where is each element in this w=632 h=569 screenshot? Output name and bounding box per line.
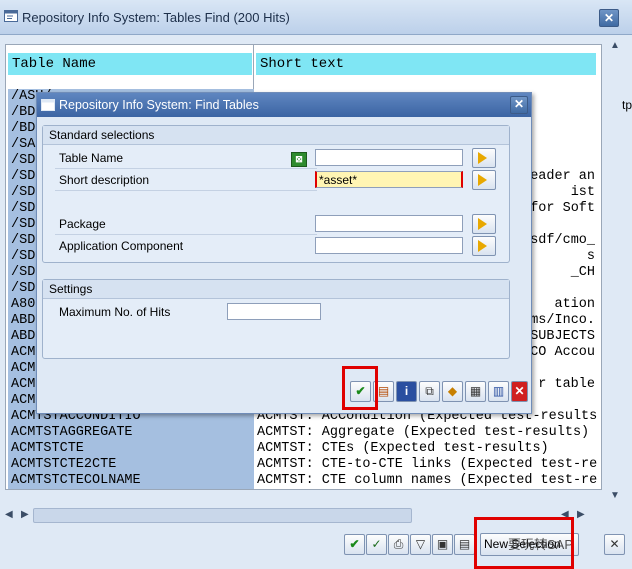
table-name-label: Table Name [59, 151, 124, 165]
new-entry-icon[interactable]: ▦ [465, 381, 486, 402]
short-text-cell: ACMTST: CTE-to-CTE links (Expected test-… [257, 457, 598, 472]
window-icon [4, 10, 18, 22]
scroll-right-end-icon[interactable]: ▶ [577, 509, 585, 520]
max-hits-input[interactable] [227, 303, 321, 320]
exit-icon[interactable]: ✕ [604, 534, 625, 555]
continue-icon[interactable]: ✔ [344, 534, 365, 555]
table-name-cell[interactable]: ACMTSTAGGREGATE [8, 425, 254, 441]
divider [55, 234, 317, 235]
table-name-input[interactable] [315, 149, 463, 166]
settings-group: Settings Maximum No. of Hits [42, 279, 510, 359]
application-component-input[interactable] [315, 237, 463, 254]
application-component-label: Application Component [59, 239, 184, 253]
short-description-more-button[interactable] [472, 170, 496, 190]
dialog-titlebar: Repository Info System: Find Tables ✕ [37, 93, 531, 117]
scroll-left-icon[interactable]: ◀ [5, 509, 13, 520]
find-tables-dialog: Repository Info System: Find Tables ✕ St… [36, 92, 532, 414]
find-next-icon[interactable]: ▤ [454, 534, 475, 555]
column-header-table-name[interactable]: Table Name [8, 53, 252, 75]
multiple-selection-icon[interactable]: ⊠ [291, 152, 307, 167]
divider [55, 168, 317, 169]
dialog-close-button[interactable]: ✕ [510, 96, 528, 114]
column-header-short-text[interactable]: Short text [256, 53, 596, 75]
window-icon [41, 99, 55, 111]
short-text-cell: ACMTST: CTE column names (Expected test-… [257, 473, 598, 488]
check-icon[interactable]: ✓ [366, 534, 387, 555]
scroll-up-icon[interactable]: ▲ [610, 40, 620, 51]
short-text-cell: ACMTST: Aggregate (Expected test-results… [257, 425, 590, 440]
group-header: Settings [43, 280, 509, 299]
arrow-right-icon [478, 218, 487, 230]
dialog-title: Repository Info System: Find Tables [59, 98, 259, 112]
outer-close-button[interactable]: ✕ [599, 9, 619, 27]
outer-titlebar: Repository Info System: Tables Find (200… [0, 0, 632, 35]
arrow-right-icon [478, 240, 487, 252]
table-name-more-button[interactable] [472, 148, 496, 168]
table-name-cell[interactable]: ACMTSTCTE2CTE [8, 457, 254, 473]
table-name-cell[interactable]: ACMTSTCTE [8, 441, 254, 457]
annotation-box-new-selection [474, 517, 574, 569]
background-window-edge: tp [622, 98, 632, 112]
max-hits-label: Maximum No. of Hits [59, 305, 171, 319]
print-icon[interactable]: ⎙ [388, 534, 409, 555]
cancel-icon[interactable]: ✕ [511, 381, 528, 402]
filter-icon[interactable]: ▽ [410, 534, 431, 555]
group-header: Standard selections [43, 126, 509, 145]
scroll-down-icon[interactable]: ▼ [610, 490, 620, 501]
package-more-button[interactable] [472, 214, 496, 234]
package-label: Package [59, 217, 106, 231]
dialog-toolbar: ✔ ▤ i ⧉ ◆ ▦ ▥ ✕ [37, 375, 531, 413]
find-icon[interactable]: ▣ [432, 534, 453, 555]
table-name-cell[interactable]: ACMTSTCTECOLNAME [8, 473, 254, 489]
application-component-more-button[interactable] [472, 236, 496, 256]
divider [55, 190, 317, 191]
short-description-label: Short description [59, 173, 150, 187]
scroll-right-icon[interactable]: ▶ [21, 509, 29, 520]
copy-icon[interactable]: ⧉ [419, 381, 440, 402]
standard-selections-group: Standard selections Table Name ⊠ Short d… [42, 125, 510, 263]
info-icon[interactable]: i [396, 381, 417, 402]
package-input[interactable] [315, 215, 463, 232]
scrollbar-thumb[interactable] [33, 508, 412, 523]
short-text-cell: ACMTST: CTEs (Expected test-results) [257, 441, 549, 456]
arrow-right-icon [478, 152, 487, 164]
transfer-icon[interactable]: ◆ [442, 381, 463, 402]
layout-icon[interactable]: ▥ [488, 381, 509, 402]
arrow-right-icon [478, 174, 487, 186]
short-description-input[interactable]: *asset* [315, 171, 463, 188]
outer-window-title: Repository Info System: Tables Find (200… [22, 10, 290, 25]
annotation-box-execute [342, 366, 378, 410]
